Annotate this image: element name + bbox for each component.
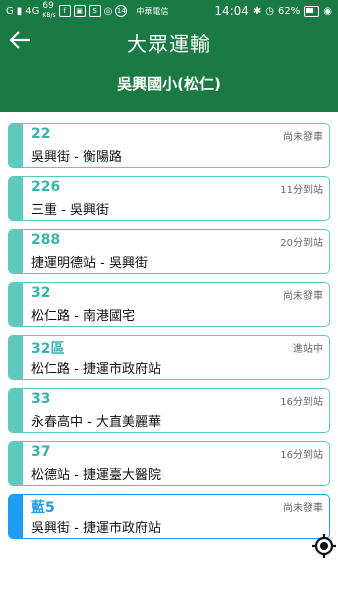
- messenger-icon: ◎: [103, 5, 113, 17]
- route-card[interactable]: 32 尚未發車 松仁路 - 南港國宅: [8, 282, 330, 327]
- route-card-bar: [9, 283, 23, 326]
- route-card[interactable]: 藍5 尚未發車 吳興街 - 捷運市政府站: [8, 494, 330, 539]
- stop-name: 吳興國小(松仁): [117, 75, 221, 93]
- route-card-bar: [9, 177, 23, 220]
- route-card[interactable]: 37 16分到站 松德站 - 捷運臺大醫院: [8, 441, 330, 486]
- page-title: 大眾運輸: [127, 32, 211, 56]
- route-number: 288: [31, 232, 61, 248]
- arrival-status: 尚未發車: [283, 291, 323, 302]
- route-number: 33: [31, 391, 51, 407]
- network-speed-value: 69: [42, 1, 54, 11]
- route-number: 22: [31, 126, 51, 142]
- signal-label: G: [6, 5, 14, 17]
- network-label: 4G: [25, 5, 40, 17]
- route-number: 37: [31, 444, 51, 460]
- image-icon: ▣: [73, 5, 86, 17]
- app-header: 大眾運輸 吳興國小(松仁): [0, 22, 338, 112]
- network-speed-unit: KB/s: [42, 12, 56, 19]
- route-card-bar: [9, 336, 23, 379]
- arrival-status: 16分到站: [280, 450, 323, 461]
- notification-badge: 14: [115, 5, 128, 17]
- status-bar: G ▮ 4G 69 KB/s f ▣ S ◎ 14 中華電信 14:04 ✱ ◷…: [0, 0, 338, 22]
- crosshair-icon: [312, 534, 336, 558]
- route-description: 吳興街 - 衡陽路: [31, 150, 122, 165]
- route-card[interactable]: 22 尚未發車 吳興街 - 衡陽路: [8, 123, 330, 168]
- arrival-status: 進站中: [293, 344, 323, 355]
- network-speed: 69 KB/s: [42, 1, 55, 21]
- route-number: 藍5: [31, 500, 55, 516]
- route-card[interactable]: 226 11分到站 三重 - 吳興街: [8, 176, 330, 221]
- skype-icon: S: [88, 5, 101, 17]
- wifi-icon: ◉: [323, 5, 332, 17]
- clock: 14:04: [214, 4, 249, 18]
- alarm-icon: ◷: [265, 5, 275, 17]
- arrival-status: 16分到站: [280, 397, 323, 408]
- route-card[interactable]: 32區 進站中 松仁路 - 捷運市政府站: [8, 335, 330, 380]
- route-number: 32區: [31, 341, 65, 357]
- battery-icon: [304, 5, 320, 17]
- arrival-status: 尚未發車: [283, 132, 323, 143]
- route-description: 松仁路 - 捷運市政府站: [31, 362, 161, 377]
- signal-icon: ▮: [16, 5, 23, 17]
- facebook-icon: f: [58, 5, 71, 17]
- route-description: 捷運明德站 - 吳興街: [31, 256, 148, 271]
- route-card-bar: [9, 389, 23, 432]
- route-description: 三重 - 吳興街: [31, 203, 109, 218]
- route-card[interactable]: 288 20分到站 捷運明德站 - 吳興街: [8, 229, 330, 274]
- locate-button[interactable]: [311, 533, 337, 559]
- route-description: 永春高中 - 大直美麗華: [31, 415, 161, 430]
- route-number: 226: [31, 179, 61, 195]
- route-card-bar: [9, 124, 23, 167]
- route-card-bar: [9, 442, 23, 485]
- route-card-bar: [9, 230, 23, 273]
- route-number: 32: [31, 285, 51, 301]
- route-card-bar: [9, 495, 23, 538]
- route-description: 松德站 - 捷運臺大醫院: [31, 468, 161, 483]
- bluetooth-icon: ✱: [252, 5, 262, 17]
- arrival-status: 20分到站: [280, 238, 323, 249]
- arrival-status: 11分到站: [280, 185, 323, 196]
- arrival-status: 尚未發車: [283, 503, 323, 514]
- carrier-label: 中華電信: [136, 6, 169, 16]
- route-description: 吳興街 - 捷運市政府站: [31, 521, 161, 536]
- route-card[interactable]: 33 16分到站 永春高中 - 大直美麗華: [8, 388, 330, 433]
- battery-percent: 62%: [278, 5, 301, 17]
- route-description: 松仁路 - 南港國宅: [31, 309, 135, 324]
- route-list: 22 尚未發車 吳興街 - 衡陽路 226 11分到站 三重 - 吳興街 288…: [8, 123, 330, 547]
